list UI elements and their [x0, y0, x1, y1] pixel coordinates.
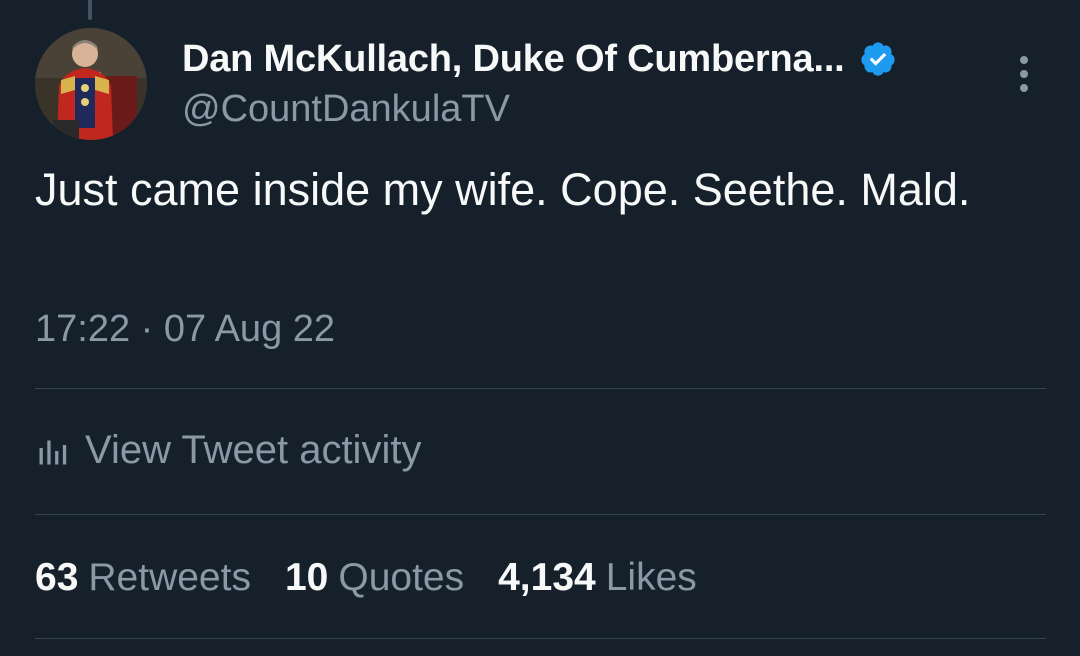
more-dot	[1020, 70, 1028, 78]
quotes-label: Quotes	[338, 556, 465, 599]
bar-chart-icon	[39, 440, 67, 464]
retweets-stat[interactable]: 63 Retweets	[35, 556, 251, 600]
author-handle[interactable]: @CountDankulaTV	[182, 88, 1020, 131]
tweet-text: Just came inside my wife. Cope. Seethe. …	[35, 164, 971, 215]
divider	[35, 638, 1046, 639]
author-name-row: Dan McKullach, Duke Of Cumberna...	[182, 36, 1020, 82]
author-avatar[interactable]	[35, 28, 147, 140]
likes-label: Likes	[605, 556, 697, 599]
verified-badge-icon[interactable]	[859, 40, 897, 78]
more-options-icon[interactable]	[1008, 52, 1040, 96]
quotes-stat[interactable]: 10 Quotes	[285, 556, 464, 600]
portrait-avatar-icon	[35, 28, 147, 140]
divider	[35, 514, 1046, 515]
view-tweet-activity-link[interactable]: View Tweet activity	[35, 428, 421, 473]
thread-connector-line	[88, 0, 92, 20]
tweet-timestamp[interactable]: 17:22 · 07 Aug 22	[35, 308, 335, 351]
quotes-count: 10	[284, 556, 329, 599]
retweets-count: 63	[35, 556, 79, 599]
more-dot	[1020, 84, 1028, 92]
likes-count: 4,134	[498, 556, 596, 599]
retweets-label: Retweets	[88, 556, 251, 599]
tweet-header: Dan McKullach, Duke Of Cumberna... @Coun…	[182, 36, 1020, 131]
divider	[35, 388, 1046, 389]
view-tweet-activity-label: View Tweet activity	[85, 428, 422, 472]
likes-stat[interactable]: 4,134 Likes	[498, 556, 697, 600]
tweet-stats: 63 Retweets 10 Quotes 4,134 Likes	[35, 556, 731, 600]
author-display-name[interactable]: Dan McKullach, Duke Of Cumberna...	[182, 38, 845, 81]
more-dot	[1020, 56, 1028, 64]
